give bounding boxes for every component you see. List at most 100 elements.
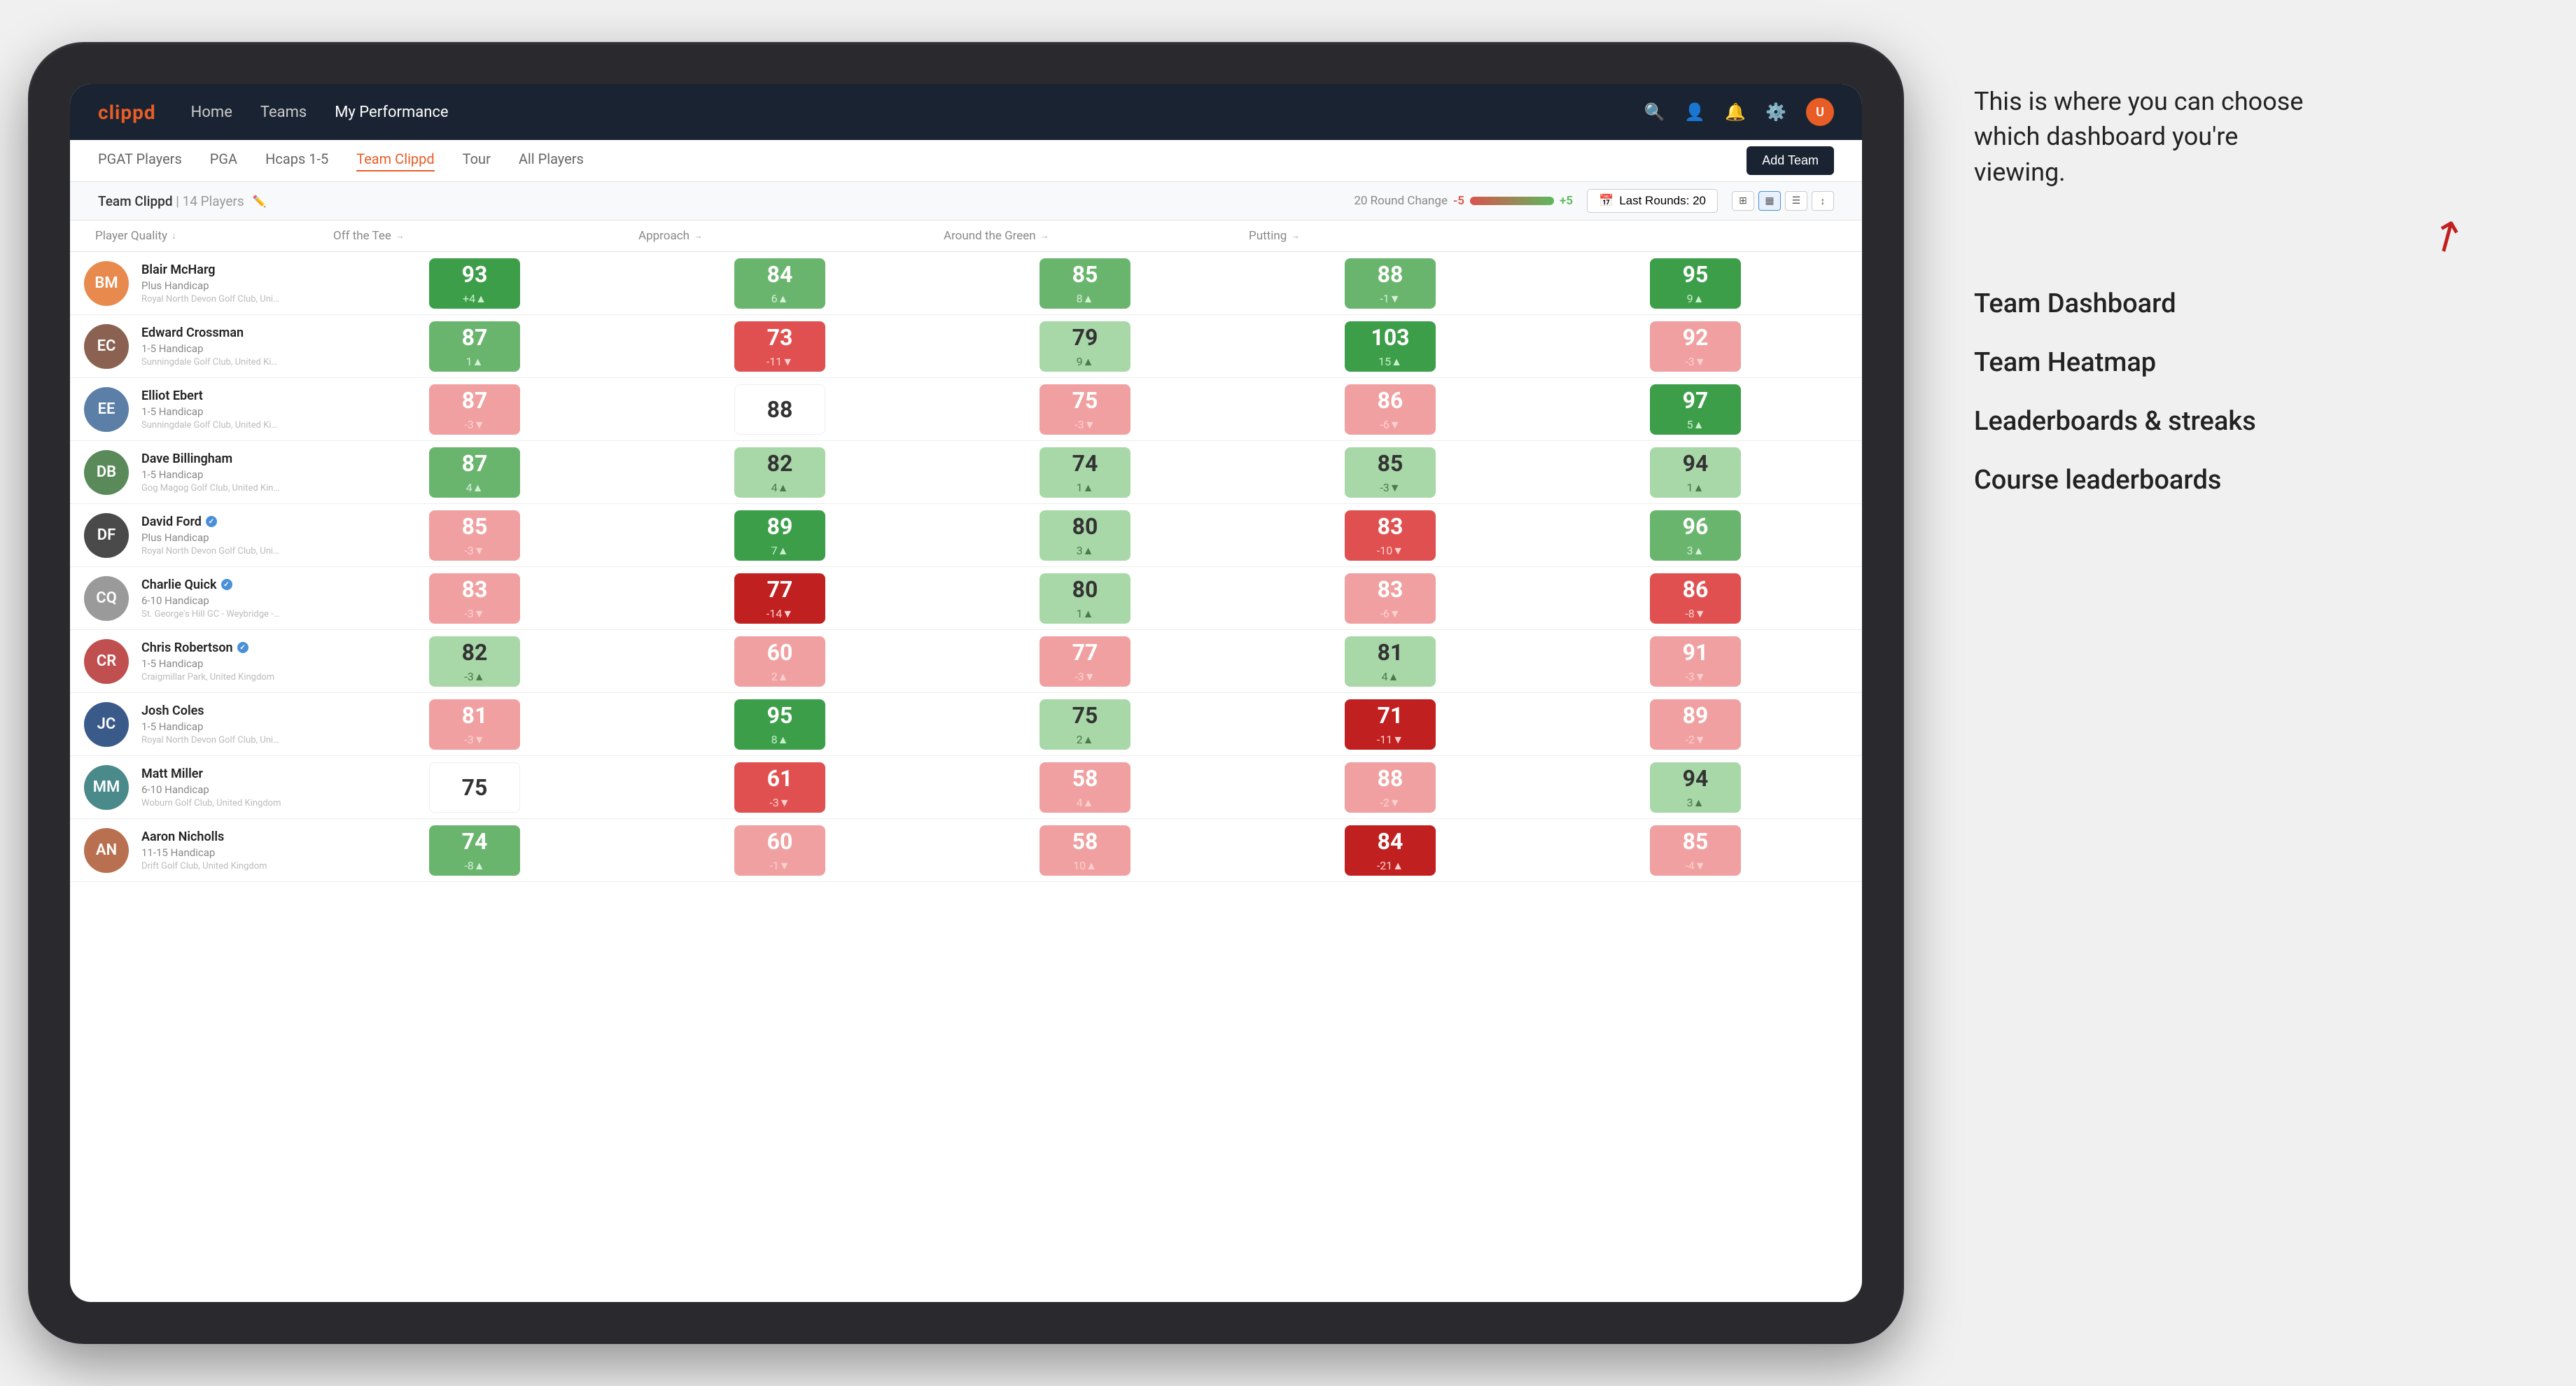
table-row[interactable]: MMMatt Miller6-10 HandicapWoburn Golf Cl…: [70, 756, 1862, 819]
score-box: 87-3▼: [429, 384, 520, 435]
nav-link-teams[interactable]: Teams: [260, 104, 307, 121]
score-change: 8▲: [1077, 292, 1094, 306]
player-details: Josh Coles1-5 HandicapRoyal North Devon …: [141, 704, 281, 746]
score-box: 93+4▲: [429, 258, 520, 309]
score-box: 824▲: [734, 447, 825, 498]
table-row[interactable]: BMBlair McHargPlus HandicapRoyal North D…: [70, 252, 1862, 315]
score-box: 61-3▼: [734, 762, 825, 813]
score-box: 82-3▲: [429, 636, 520, 687]
table-row[interactable]: CQCharlie Quick✓6-10 HandicapSt. George'…: [70, 567, 1862, 630]
score-number: 83: [1378, 513, 1404, 540]
user-icon[interactable]: 👤: [1684, 102, 1705, 122]
nav-link-myperformance[interactable]: My Performance: [335, 104, 448, 121]
grid-view-button[interactable]: ⊞: [1732, 191, 1754, 211]
score-change: 9▲: [1687, 292, 1704, 306]
table-row[interactable]: ANAaron Nicholls11-15 HandicapDrift Golf…: [70, 819, 1862, 882]
tab-pgat[interactable]: PGAT Players: [98, 150, 182, 172]
score-cell: 963▲: [1543, 504, 1848, 566]
player-handicap: 1-5 Handicap: [141, 342, 281, 355]
score-box: 874▲: [429, 447, 520, 498]
score-cell: 86-8▼: [1543, 567, 1848, 629]
score-box: 741▲: [1040, 447, 1130, 498]
tab-pga[interactable]: PGA: [210, 150, 237, 172]
verified-badge: ✓: [237, 642, 248, 653]
score-cell: 814▲: [1238, 630, 1543, 692]
player-club: Gog Magog Golf Club, United Kingdom: [141, 483, 281, 493]
tab-hcaps[interactable]: Hcaps 1-5: [265, 150, 328, 172]
score-change: -10▼: [1377, 544, 1404, 558]
last-rounds-button[interactable]: 📅 Last Rounds: 20: [1587, 189, 1718, 213]
score-change: 10▲: [1073, 859, 1097, 873]
players-list: BMBlair McHargPlus HandicapRoyal North D…: [70, 252, 1862, 1302]
score-box: 803▲: [1040, 510, 1130, 561]
score-change: 1▲: [1077, 607, 1094, 621]
score-cell: 88: [627, 378, 932, 440]
player-club: Craigmillar Park, United Kingdom: [141, 672, 274, 682]
score-box: 10315▲: [1345, 321, 1436, 372]
player-club: Royal North Devon Golf Club, United King…: [141, 294, 281, 304]
avatar[interactable]: U: [1806, 98, 1834, 126]
score-cell: 941▲: [1543, 441, 1848, 503]
tab-team-clippd[interactable]: Team Clippd: [356, 150, 434, 172]
score-cell: 77-14▼: [627, 567, 932, 629]
score-box: 83 -10▼: [1345, 510, 1436, 561]
score-number: 89: [1683, 702, 1709, 729]
score-number: 85: [1072, 261, 1098, 288]
score-box: 81-3▼: [429, 699, 520, 750]
score-box: 71-11▼: [1345, 699, 1436, 750]
add-team-button[interactable]: Add Team: [1746, 146, 1834, 175]
player-info: CRChris Robertson✓1-5 HandicapCraigmilla…: [84, 630, 322, 692]
score-change: -3▼: [1685, 670, 1705, 684]
table-row[interactable]: DBDave Billingham1-5 HandicapGog Magog G…: [70, 441, 1862, 504]
score-box: 86-6▼: [1345, 384, 1436, 435]
score-number: 77: [767, 576, 793, 603]
player-details: Elliot Ebert1-5 HandicapSunningdale Golf…: [141, 388, 281, 430]
score-change: -2▼: [1685, 733, 1705, 747]
heatmap-view-button[interactable]: ▦: [1758, 191, 1781, 211]
score-number: 75: [1072, 387, 1098, 414]
table-row[interactable]: CRChris Robertson✓1-5 HandicapCraigmilla…: [70, 630, 1862, 693]
annotation-item: Leaderboards & streaks: [1974, 406, 2520, 437]
annotation-description: This is where you can choose which dashb…: [1974, 84, 2310, 190]
score-box: 85-3▼: [429, 510, 520, 561]
score-cell: 874▲: [322, 441, 627, 503]
score-cell: 846▲: [627, 252, 932, 314]
score-change: -1▼: [1380, 292, 1400, 306]
change-pos: +5: [1560, 194, 1573, 208]
main-content: Player Quality ↓ Off the Tee → Approach …: [70, 220, 1862, 1302]
verified-badge: ✓: [206, 516, 217, 527]
logo: clippd: [98, 101, 156, 124]
player-club: St. George's Hill GC - Weybridge - Surre…: [141, 609, 281, 620]
tab-tour[interactable]: Tour: [463, 150, 491, 172]
nav-right: 🔍 👤 🔔 ⚙️ U: [1644, 98, 1834, 126]
settings-icon[interactable]: ⚙️: [1765, 102, 1786, 122]
score-cell: 83-3▼: [322, 567, 627, 629]
score-number: 85: [1683, 828, 1709, 855]
score-cell: 82-3▲: [322, 630, 627, 692]
player-club: Royal North Devon Golf Club, United King…: [141, 735, 281, 746]
table-row[interactable]: JCJosh Coles1-5 HandicapRoyal North Devo…: [70, 693, 1862, 756]
score-box: 84-21▲: [1345, 825, 1436, 876]
player-handicap: 6-10 Handicap: [141, 594, 281, 607]
nav-links: Home Teams My Performance: [191, 104, 449, 121]
bell-icon[interactable]: 🔔: [1725, 102, 1746, 122]
table-row[interactable]: ECEdward Crossman1-5 HandicapSunningdale…: [70, 315, 1862, 378]
search-icon[interactable]: 🔍: [1644, 102, 1665, 122]
score-box: 799▲: [1040, 321, 1130, 372]
score-box: 88-1▼: [1345, 258, 1436, 309]
tab-all-players[interactable]: All Players: [519, 150, 584, 172]
score-number: 88: [1378, 765, 1404, 792]
player-details: Edward Crossman1-5 HandicapSunningdale G…: [141, 326, 281, 368]
player-handicap: 1-5 Handicap: [141, 468, 281, 481]
edit-icon[interactable]: ✏️: [253, 195, 267, 208]
table-row[interactable]: EEElliot Ebert1-5 HandicapSunningdale Go…: [70, 378, 1862, 441]
chart-view-button[interactable]: ↕: [1812, 191, 1834, 211]
change-neg: -5: [1453, 194, 1464, 208]
player-club: Drift Golf Club, United Kingdom: [141, 861, 267, 872]
table-row[interactable]: DFDavid Ford✓Plus HandicapRoyal North De…: [70, 504, 1862, 567]
nav-link-home[interactable]: Home: [191, 104, 232, 121]
player-club: Royal North Devon Golf Club, United King…: [141, 546, 281, 556]
score-cell: 74-8▲: [322, 819, 627, 881]
list-view-button[interactable]: ☰: [1785, 191, 1807, 211]
score-change: -3▼: [464, 733, 484, 747]
